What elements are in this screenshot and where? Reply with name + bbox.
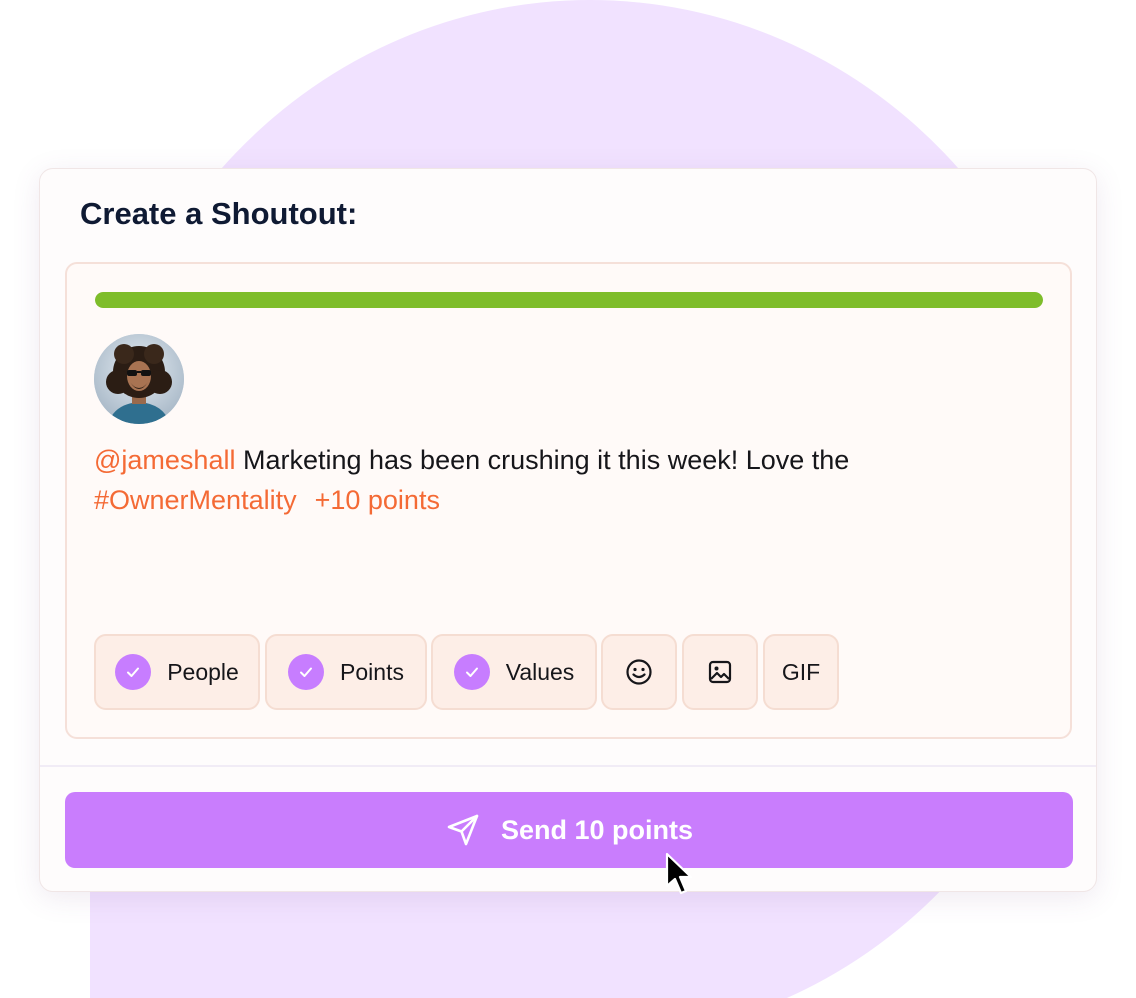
chip-label: Points (340, 658, 404, 685)
shoutout-message[interactable]: @jameshall Marketing has been crushing i… (94, 440, 994, 520)
chip-label: Values (505, 658, 575, 685)
people-chip[interactable]: People (94, 634, 260, 710)
progress-bar (95, 292, 1043, 308)
avatar-image (94, 334, 184, 424)
mention-link[interactable]: @jameshall (94, 445, 235, 475)
shoutout-composer[interactable]: @jameshall Marketing has been crushing i… (65, 262, 1072, 739)
points-chip[interactable]: Points (265, 634, 427, 710)
hashtag-link[interactable]: #OwnerMentality (94, 485, 297, 515)
check-icon (288, 654, 325, 690)
progress-fill (95, 292, 1043, 308)
image-button[interactable] (682, 634, 758, 710)
check-icon (453, 654, 490, 690)
send-button-label: Send 10 points (500, 814, 694, 845)
smiley-icon (626, 659, 652, 685)
values-chip[interactable]: Values (431, 634, 597, 710)
mouse-cursor-icon (665, 852, 693, 895)
gif-label: GIF (781, 658, 821, 685)
check-icon (115, 654, 152, 690)
message-text: Marketing has been crushing it this week… (235, 445, 850, 475)
points-tag: +10 points (314, 485, 440, 515)
divider (40, 765, 1096, 767)
send-points-button[interactable]: Send 10 points (65, 792, 1073, 868)
shoutout-card: Create a Shoutout: @jameshall Marketing … (39, 168, 1097, 892)
image-icon (708, 660, 732, 684)
gif-button[interactable]: GIF (763, 634, 839, 710)
stage: Create a Shoutout: @jameshall Marketing … (0, 0, 1136, 998)
card-title: Create a Shoutout: (80, 196, 358, 231)
avatar[interactable] (94, 334, 184, 424)
send-icon (445, 812, 481, 848)
chip-label: People (167, 658, 239, 685)
emoji-button[interactable] (601, 634, 677, 710)
